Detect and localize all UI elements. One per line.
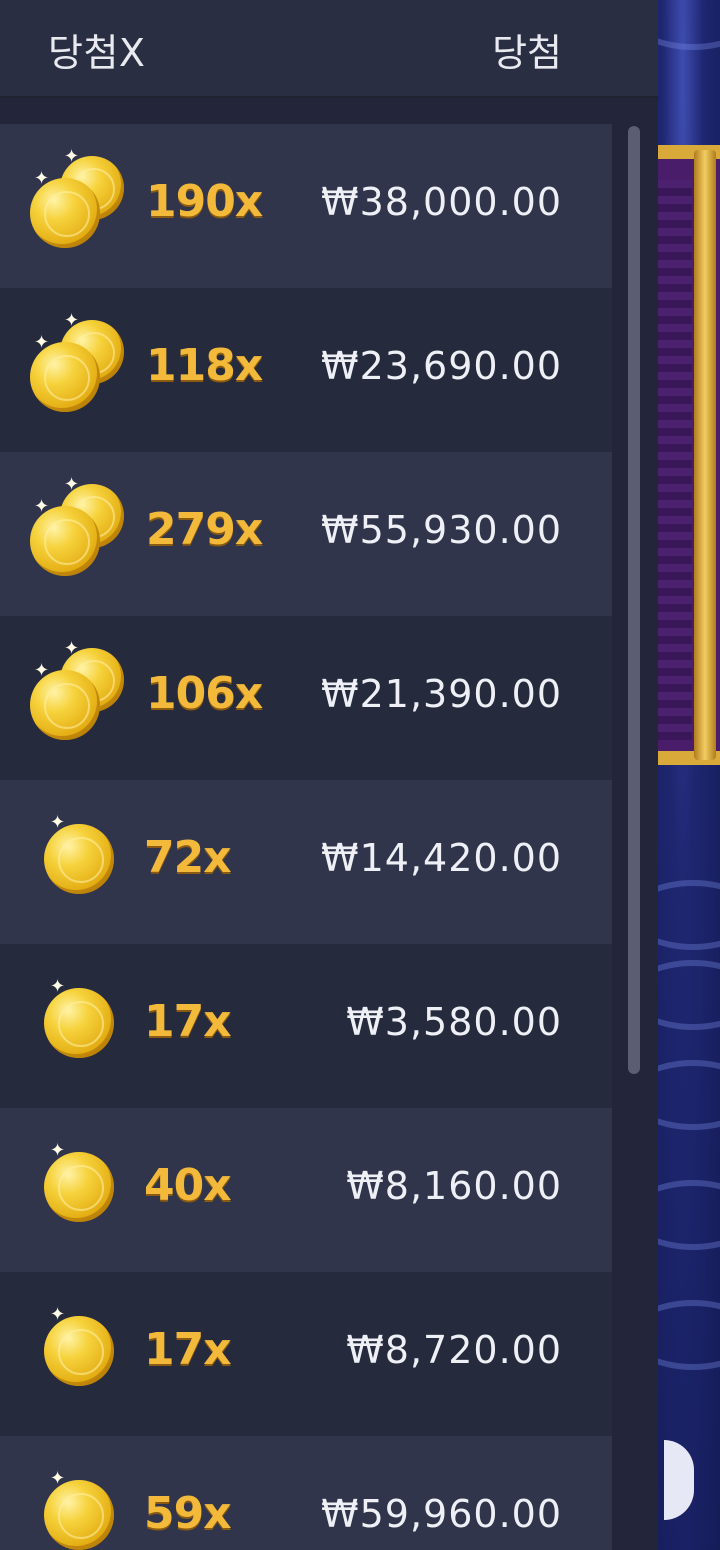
- win-amount: ₩21,390.00: [321, 672, 562, 716]
- wave-decoration: [658, 880, 720, 950]
- wave-decoration: [658, 1180, 720, 1250]
- wave-decoration: [658, 0, 720, 50]
- gold-coins-icon: ✦ ✦: [28, 640, 128, 744]
- win-amount: ₩8,160.00: [346, 1164, 562, 1208]
- gold-coins-icon: ✦ ✦: [28, 476, 128, 580]
- gold-coin-icon: ✦: [42, 1464, 142, 1550]
- multiplier-value: 190x: [146, 176, 263, 227]
- gold-coin-icon: ✦: [42, 1300, 142, 1400]
- list-item: ✦ 59x ₩59,960.00: [0, 1436, 612, 1550]
- list-item: ✦ 40x ₩8,160.00: [0, 1108, 612, 1272]
- game-background: [658, 0, 720, 1550]
- win-amount: ₩38,000.00: [321, 180, 562, 224]
- list-item: ✦ 72x ₩14,420.00: [0, 780, 612, 944]
- game-frame-inner: [658, 180, 692, 740]
- win-amount: ₩23,690.00: [321, 344, 562, 388]
- multiplier-value: 279x: [146, 504, 263, 555]
- wave-decoration: [658, 960, 720, 1030]
- win-amount: ₩3,580.00: [346, 1000, 562, 1044]
- list-item: ✦ ✦ 190x ₩38,000.00: [0, 124, 612, 288]
- win-amount: ₩55,930.00: [321, 508, 562, 552]
- list-item: ✦ 17x ₩3,580.00: [0, 944, 612, 1108]
- win-amount: ₩14,420.00: [321, 836, 562, 880]
- wave-decoration: [658, 1060, 720, 1130]
- multiplier-value: 118x: [146, 340, 263, 391]
- list-item: ✦ 17x ₩8,720.00: [0, 1272, 612, 1436]
- win-history-panel: 당첨X 당첨 ✦ ✦ 190x ₩38,000.00 ✦ ✦ 118x ₩23,690.00 ✦…: [0, 0, 658, 1550]
- multiplier-value: 72x: [144, 832, 232, 883]
- scrollbar[interactable]: [628, 126, 640, 1074]
- multiplier-column-header: 당첨X: [48, 31, 146, 75]
- multiplier-value: 17x: [144, 1324, 232, 1375]
- table-header: 당첨X 당첨: [0, 0, 658, 98]
- list-item: ✦ ✦ 106x ₩21,390.00: [0, 616, 612, 780]
- multiplier-value: 40x: [144, 1160, 232, 1211]
- gold-coin-icon: ✦: [42, 1136, 142, 1236]
- multiplier-value: 59x: [144, 1488, 232, 1539]
- list-item: ✦ ✦ 118x ₩23,690.00: [0, 288, 612, 452]
- game-frame-pillar: [694, 150, 716, 760]
- gold-coins-icon: ✦ ✦: [28, 148, 128, 252]
- win-column-header: 당첨: [492, 31, 562, 75]
- multiplier-value: 17x: [144, 996, 232, 1047]
- game-orb: [664, 1440, 694, 1520]
- gold-coins-icon: ✦ ✦: [28, 312, 128, 416]
- list-item: ✦ ✦ 279x ₩55,930.00: [0, 452, 612, 616]
- gold-coin-icon: ✦: [42, 972, 142, 1072]
- gold-coin-icon: ✦: [42, 808, 142, 908]
- wave-decoration: [658, 1300, 720, 1370]
- win-amount: ₩59,960.00: [321, 1492, 562, 1536]
- win-amount: ₩8,720.00: [346, 1328, 562, 1372]
- win-list[interactable]: ✦ ✦ 190x ₩38,000.00 ✦ ✦ 118x ₩23,690.00 ✦ ✦ 279x ₩5…: [0, 124, 612, 1550]
- multiplier-value: 106x: [146, 668, 263, 719]
